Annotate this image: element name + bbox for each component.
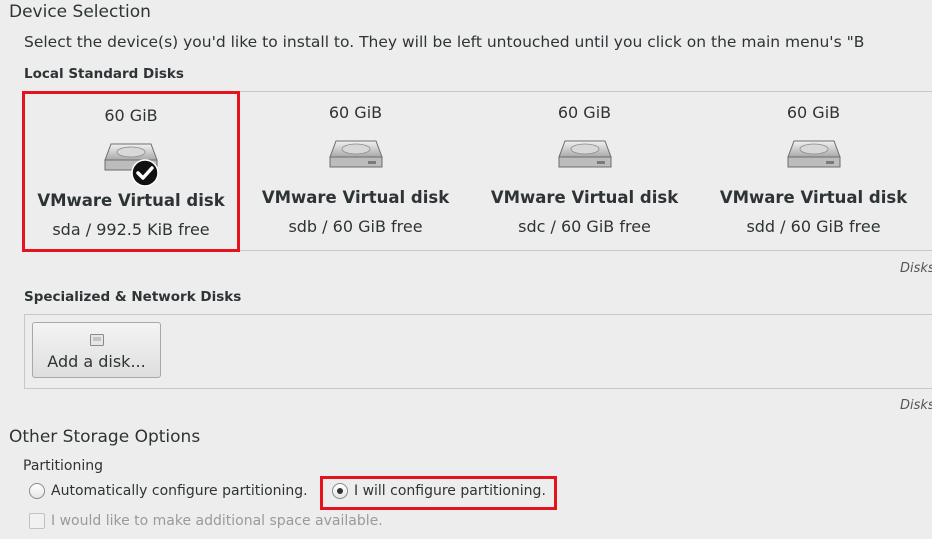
- disk-free-space: sda / 992.5 KiB free: [52, 220, 210, 239]
- disk-free-space: sdd / 60 GiB free: [746, 217, 881, 236]
- auto-partitioning-label: Automatically configure partitioning.: [51, 483, 308, 499]
- disk-free-space: sdc / 60 GiB free: [518, 217, 651, 236]
- device-selection-title: Device Selection: [9, 2, 151, 22]
- disk-name: VMware Virtual disk: [719, 188, 908, 207]
- hard-disk-icon: [786, 133, 842, 175]
- disk-card-sdb[interactable]: 60 GiB VMware Virtual disk sdb / 60 GiB …: [248, 91, 463, 252]
- hard-disk-icon: [328, 133, 384, 175]
- auto-partitioning-radio[interactable]: Automatically configure partitioning.: [29, 483, 308, 499]
- add-disk-button[interactable]: Add a disk...: [32, 322, 161, 378]
- radio-button-selected[interactable]: [332, 483, 348, 499]
- disk-card-sda[interactable]: 60 GiB VMware Virtual disk sda / 992.5 K…: [22, 91, 240, 252]
- disk-card-sdc[interactable]: 60 GiB VMware Virtual disk sdc / 60 GiB …: [477, 91, 692, 252]
- disk-size: 60 GiB: [104, 106, 158, 125]
- radio-button[interactable]: [29, 483, 45, 499]
- network-disks-note: Disks: [900, 398, 932, 413]
- disk-size: 60 GiB: [328, 103, 383, 122]
- device-selection-intro: Select the device(s) you'd like to insta…: [24, 33, 865, 51]
- installer-page: Device Selection Select the device(s) yo…: [0, 0, 932, 539]
- checkmark-icon: [131, 159, 159, 187]
- manual-partitioning-radio[interactable]: I will configure partitioning.: [332, 483, 546, 499]
- local-disks-label: Local Standard Disks: [24, 66, 184, 82]
- local-disks-note: Disks: [900, 261, 932, 276]
- disk-name: VMware Virtual disk: [261, 188, 450, 207]
- disk-free-space: sdb / 60 GiB free: [288, 217, 423, 236]
- disk-name: VMware Virtual disk: [490, 188, 679, 207]
- disk-card-sdd[interactable]: 60 GiB VMware Virtual disk sdd / 60 GiB …: [706, 91, 921, 252]
- partitioning-label: Partitioning: [23, 458, 103, 474]
- hard-disk-icon: [557, 133, 613, 175]
- other-storage-title: Other Storage Options: [9, 427, 201, 447]
- checkbox[interactable]: [29, 513, 45, 529]
- disk-add-icon: [90, 331, 104, 346]
- network-disks-label: Specialized & Network Disks: [24, 289, 242, 305]
- add-disk-button-label: Add a disk...: [47, 352, 146, 371]
- disk-size: 60 GiB: [786, 103, 841, 122]
- additional-space-label: I would like to make additional space av…: [51, 513, 383, 529]
- manual-partitioning-label: I will configure partitioning.: [354, 483, 546, 499]
- disk-size: 60 GiB: [557, 103, 612, 122]
- disk-name: VMware Virtual disk: [37, 191, 225, 210]
- additional-space-checkbox[interactable]: I would like to make additional space av…: [29, 513, 383, 529]
